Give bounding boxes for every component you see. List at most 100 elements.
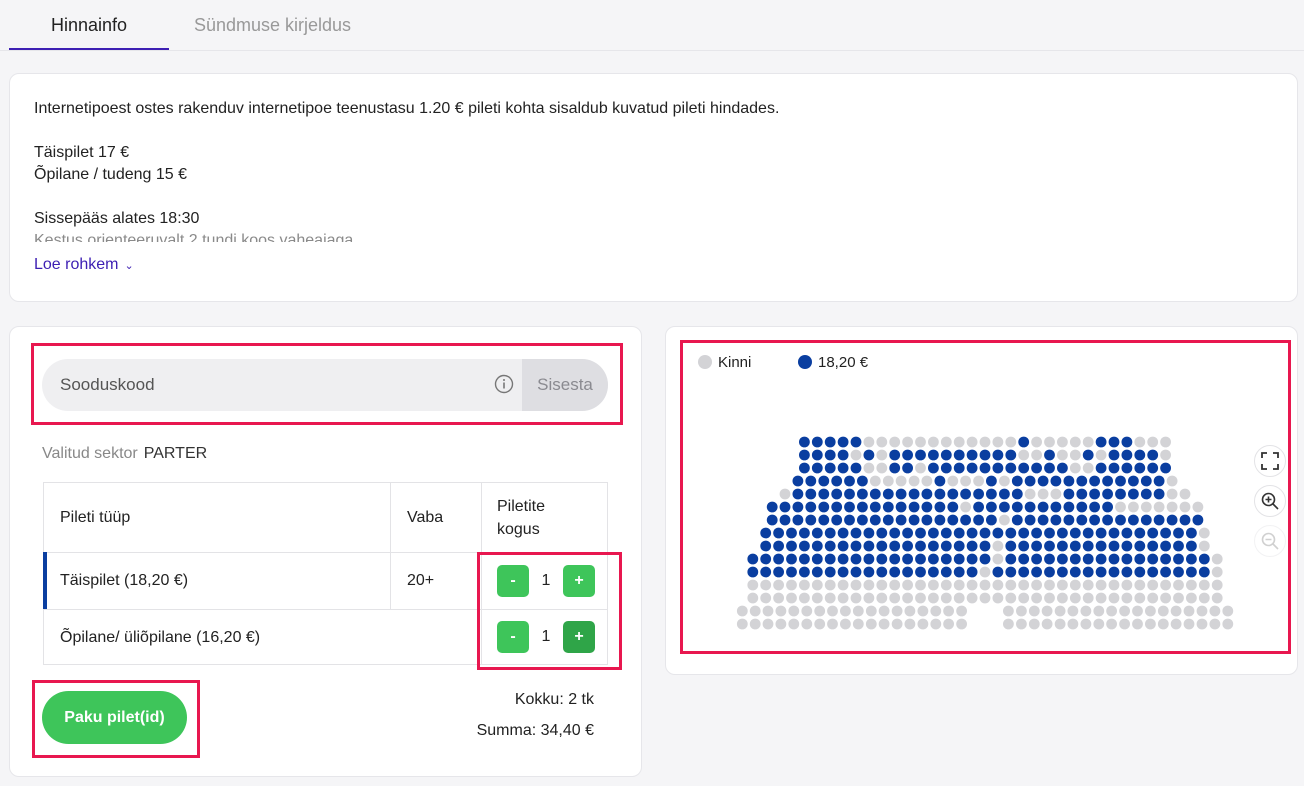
seat-available[interactable] xyxy=(902,527,913,539)
seat-available[interactable] xyxy=(1024,514,1036,526)
seat-available[interactable] xyxy=(1121,553,1133,565)
seat-available[interactable] xyxy=(1018,436,1030,448)
seat-available[interactable] xyxy=(1108,449,1120,461)
seat-available[interactable] xyxy=(1173,566,1184,578)
seat-available[interactable] xyxy=(818,488,830,500)
seat-available[interactable] xyxy=(1011,488,1023,500)
seat-available[interactable] xyxy=(1108,566,1120,578)
seat-available[interactable] xyxy=(966,566,978,578)
seat-available[interactable] xyxy=(1173,540,1184,552)
seat-available[interactable] xyxy=(1069,540,1081,552)
seat-available[interactable] xyxy=(908,488,920,500)
seat-available[interactable] xyxy=(1082,449,1094,461)
seat-available[interactable] xyxy=(824,553,836,565)
seat-available[interactable] xyxy=(999,501,1010,513)
seat-available[interactable] xyxy=(966,553,978,565)
seat-available[interactable] xyxy=(1011,475,1023,487)
seat-available[interactable] xyxy=(844,514,855,526)
seat-available[interactable] xyxy=(869,501,881,513)
seat-available[interactable] xyxy=(966,462,978,474)
seat-available[interactable] xyxy=(799,540,810,552)
seat-available[interactable] xyxy=(966,540,978,552)
seat-available[interactable] xyxy=(1121,566,1133,578)
seat-available[interactable] xyxy=(1160,553,1171,565)
tab-hinnainfo[interactable]: Hinnainfo xyxy=(9,0,169,50)
seat-available[interactable] xyxy=(1063,488,1075,500)
seat-available[interactable] xyxy=(915,553,926,565)
seat-available[interactable] xyxy=(1140,475,1152,487)
seat-available[interactable] xyxy=(1153,514,1165,526)
seat-available[interactable] xyxy=(1044,566,1055,578)
seat-available[interactable] xyxy=(915,527,926,539)
table-row[interactable]: Õpilane/ üliõpilane (16,20 €) - 1 + xyxy=(44,609,607,665)
seat-available[interactable] xyxy=(1095,527,1107,539)
seat-available[interactable] xyxy=(1102,488,1113,500)
seat-available[interactable] xyxy=(863,540,875,552)
seat-available[interactable] xyxy=(1147,527,1159,539)
seat-available[interactable] xyxy=(1089,488,1100,500)
seat-available[interactable] xyxy=(1095,436,1107,448)
seat-available[interactable] xyxy=(915,540,926,552)
seat-available[interactable] xyxy=(1082,566,1094,578)
seat-available[interactable] xyxy=(921,514,933,526)
seat-available[interactable] xyxy=(889,527,901,539)
seat-available[interactable] xyxy=(973,514,984,526)
seat-available[interactable] xyxy=(1095,553,1107,565)
seat-available[interactable] xyxy=(850,540,862,552)
seat-available[interactable] xyxy=(940,553,952,565)
seat-available[interactable] xyxy=(831,475,843,487)
seat-available[interactable] xyxy=(1102,514,1113,526)
seat-available[interactable] xyxy=(876,527,888,539)
seat-available[interactable] xyxy=(766,501,778,513)
seat-available[interactable] xyxy=(824,449,836,461)
seat-available[interactable] xyxy=(1005,540,1017,552)
table-row[interactable]: Täispilet (18,20 €) 20+ - 1 + xyxy=(43,552,607,610)
seat-available[interactable] xyxy=(928,527,939,539)
seat-available[interactable] xyxy=(863,527,875,539)
seat-available[interactable] xyxy=(889,553,901,565)
read-more-link[interactable]: Loe rohkem ⌄ xyxy=(34,256,134,274)
seat-available[interactable] xyxy=(1018,566,1030,578)
seat-available[interactable] xyxy=(1037,501,1049,513)
seat-available[interactable] xyxy=(792,488,804,500)
seat-available[interactable] xyxy=(1005,462,1017,474)
seat-available[interactable] xyxy=(831,488,843,500)
seat-available[interactable] xyxy=(1192,514,1204,526)
seat-available[interactable] xyxy=(844,488,855,500)
seat-available[interactable] xyxy=(837,553,849,565)
seat-available[interactable] xyxy=(1134,553,1146,565)
seat-available[interactable] xyxy=(1024,475,1036,487)
seat-available[interactable] xyxy=(1057,553,1068,565)
seat-available[interactable] xyxy=(921,501,933,513)
seat-available[interactable] xyxy=(979,462,991,474)
seat-available[interactable] xyxy=(1089,501,1100,513)
seat-available[interactable] xyxy=(1160,566,1171,578)
seat-available[interactable] xyxy=(799,449,810,461)
seat-available[interactable] xyxy=(811,436,823,448)
seat-available[interactable] xyxy=(760,566,772,578)
seat-available[interactable] xyxy=(824,527,836,539)
seat-available[interactable] xyxy=(1005,566,1017,578)
seat-available[interactable] xyxy=(857,501,868,513)
seat-available[interactable] xyxy=(1134,462,1146,474)
zoom-in-button[interactable] xyxy=(1254,485,1286,517)
seat-available[interactable] xyxy=(811,462,823,474)
seat-available[interactable] xyxy=(779,501,791,513)
seat-available[interactable] xyxy=(869,488,881,500)
seat-available[interactable] xyxy=(1005,449,1017,461)
seat-available[interactable] xyxy=(882,514,894,526)
seat-available[interactable] xyxy=(902,540,913,552)
seat-available[interactable] xyxy=(1089,514,1100,526)
seat-available[interactable] xyxy=(979,449,991,461)
seat-available[interactable] xyxy=(1115,514,1126,526)
seat-available[interactable] xyxy=(1186,553,1197,565)
seat-available[interactable] xyxy=(986,475,997,487)
seat-available[interactable] xyxy=(1134,527,1146,539)
seat-available[interactable] xyxy=(1057,566,1068,578)
seat-available[interactable] xyxy=(824,566,836,578)
seat-available[interactable] xyxy=(928,462,939,474)
seat-available[interactable] xyxy=(837,462,849,474)
seat-available[interactable] xyxy=(1128,475,1139,487)
seat-available[interactable] xyxy=(1069,553,1081,565)
seat-available[interactable] xyxy=(850,462,862,474)
